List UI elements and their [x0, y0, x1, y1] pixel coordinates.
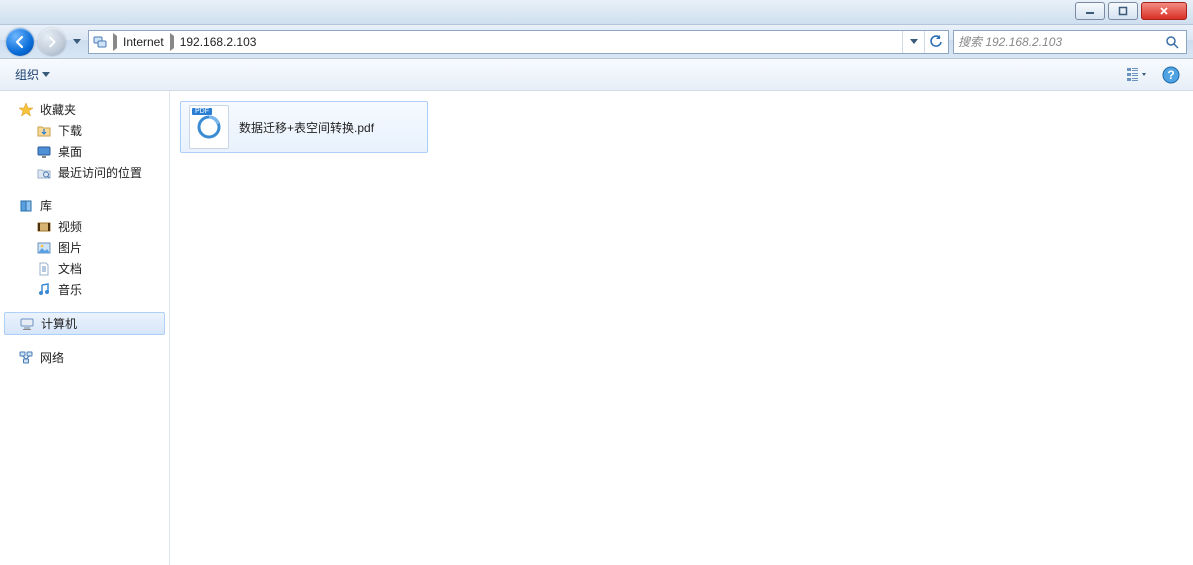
sidebar-head-computer[interactable]: 计算机 — [4, 312, 165, 335]
nav-back-button[interactable] — [6, 28, 34, 56]
address-bar[interactable]: Internet 192.168.2.103 — [88, 30, 949, 54]
breadcrumb-part[interactable]: 192.168.2.103 — [178, 33, 259, 51]
sidebar-head-libraries[interactable]: 库 — [0, 195, 169, 216]
help-button[interactable]: ? — [1159, 63, 1183, 87]
sidebar-label: 下载 — [58, 122, 82, 139]
sidebar-label: 文档 — [58, 260, 82, 277]
picture-icon — [36, 240, 52, 256]
content-pane[interactable]: PDF 数据迁移+表空间转换.pdf — [170, 91, 1193, 565]
sidebar-label: 库 — [40, 197, 52, 214]
star-icon — [18, 102, 34, 118]
sidebar-item-documents[interactable]: 文档 — [0, 258, 169, 279]
sidebar-item-pictures[interactable]: 图片 — [0, 237, 169, 258]
chevron-down-icon — [42, 72, 50, 77]
title-bar — [0, 0, 1193, 25]
sidebar-label: 计算机 — [41, 315, 77, 332]
sidebar-label: 图片 — [58, 239, 82, 256]
sidebar-label: 音乐 — [58, 281, 82, 298]
network-icon — [18, 350, 34, 366]
sidebar-item-downloads[interactable]: 下载 — [0, 120, 169, 141]
pdf-badge: PDF — [192, 108, 212, 115]
sidebar-item-recent[interactable]: 最近访问的位置 — [0, 162, 169, 183]
file-item[interactable]: PDF 数据迁移+表空间转换.pdf — [180, 101, 428, 153]
breadcrumb-sep-icon — [166, 36, 178, 48]
libraries-icon — [18, 198, 34, 214]
file-name-label: 数据迁移+表空间转换.pdf — [239, 119, 374, 136]
organize-button[interactable]: 组织 — [10, 63, 55, 86]
sidebar-label: 收藏夹 — [40, 101, 76, 118]
minimize-button[interactable] — [1075, 2, 1105, 20]
search-input[interactable] — [958, 35, 1162, 49]
nav-bar: Internet 192.168.2.103 — [0, 25, 1193, 59]
music-icon — [36, 282, 52, 298]
sidebar-head-network[interactable]: 网络 — [0, 347, 169, 368]
nav-history-dropdown[interactable] — [70, 31, 84, 53]
maximize-button[interactable] — [1108, 2, 1138, 20]
window-buttons — [1075, 2, 1187, 20]
video-icon — [36, 219, 52, 235]
toolbar: 组织 ? — [0, 59, 1193, 91]
sidebar-item-desktop[interactable]: 桌面 — [0, 141, 169, 162]
sidebar-label: 桌面 — [58, 143, 82, 160]
desktop-icon — [36, 144, 52, 160]
address-dropdown-button[interactable] — [902, 31, 924, 53]
refresh-button[interactable] — [924, 31, 946, 53]
sidebar: 收藏夹 下载 桌面 最近访问的位置 库 视频 — [0, 91, 170, 565]
computer-icon — [19, 316, 35, 332]
doc-icon — [36, 261, 52, 277]
sidebar-item-music[interactable]: 音乐 — [0, 279, 169, 300]
sidebar-label: 最近访问的位置 — [58, 164, 142, 181]
view-options-button[interactable] — [1125, 63, 1149, 87]
svg-text:?: ? — [1167, 68, 1174, 82]
sidebar-item-video[interactable]: 视频 — [0, 216, 169, 237]
breadcrumb-sep-icon — [109, 36, 121, 48]
folder-down-icon — [36, 123, 52, 139]
recent-icon — [36, 165, 52, 181]
sidebar-label: 网络 — [40, 349, 64, 366]
pdf-file-icon: PDF — [189, 105, 229, 149]
search-box[interactable] — [953, 30, 1187, 54]
sidebar-head-favorites[interactable]: 收藏夹 — [0, 99, 169, 120]
close-button[interactable] — [1141, 2, 1187, 20]
search-icon[interactable] — [1162, 32, 1182, 52]
breadcrumb-part[interactable]: Internet — [121, 33, 166, 51]
organize-label: 组织 — [15, 66, 39, 83]
sidebar-label: 视频 — [58, 218, 82, 235]
network-location-icon — [91, 33, 109, 51]
nav-forward-button[interactable] — [38, 28, 66, 56]
